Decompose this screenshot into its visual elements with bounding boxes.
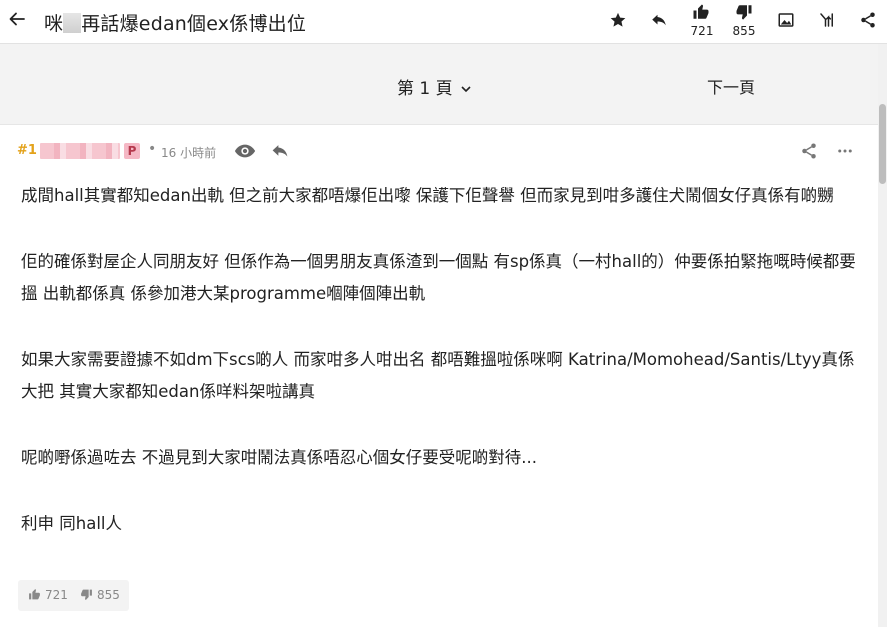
thread-title-suffix: 再話爆edan個ex係博出位 xyxy=(81,13,307,35)
chevron-down-icon xyxy=(461,78,471,98)
post-body: 成間hall其實都知edan出軌 但之前大家都唔爆佢出嚟 保護下佢聲譽 但而家見… xyxy=(21,180,866,574)
post-like-count: 721 xyxy=(45,588,68,602)
scrollbar[interactable] xyxy=(878,44,887,627)
more-options-icon[interactable] xyxy=(836,142,854,164)
user-badge: P xyxy=(124,143,140,159)
post-dislike-button[interactable]: 855 xyxy=(80,588,120,602)
reply-icon[interactable] xyxy=(650,11,668,29)
post-dislike-count: 855 xyxy=(97,588,120,602)
post-paragraph: 成間hall其實都知edan出軌 但之前大家都唔爆佢出嚟 保護下佢聲譽 但而家見… xyxy=(21,186,834,205)
thumb-down-icon[interactable] xyxy=(735,3,753,21)
censored-block xyxy=(63,13,82,33)
image-icon[interactable] xyxy=(777,11,795,29)
eye-icon[interactable] xyxy=(234,142,256,164)
post-paragraph: 利申 同hall人 xyxy=(21,514,122,533)
post-vote-box: 721 855 xyxy=(18,580,129,611)
filter-icon[interactable] xyxy=(818,11,836,29)
thread-like-count: 721 xyxy=(690,24,714,38)
page-label: 第 1 頁 xyxy=(397,79,453,99)
post-time: 16 小時前 xyxy=(161,146,217,160)
post-share-icon[interactable] xyxy=(800,142,818,164)
post-paragraph: 佢的確係對屋企人同朋友好 但係作為一個男朋友真係渣到一個點 有sp係真（一村ha… xyxy=(21,252,856,303)
page-selector[interactable]: 第 1 頁 xyxy=(397,74,471,99)
post-header: #1 P • 16 小時前 xyxy=(0,140,870,164)
floor-number: #1 xyxy=(17,143,37,158)
thread-title: 咪再話爆edan個ex係博出位 xyxy=(44,9,306,36)
post-paragraph: 如果大家需要證據不如dm下scs啲人 而家咁多人咁出名 都唔難搵啦係咪啊 Kat… xyxy=(21,350,855,401)
back-arrow-icon[interactable] xyxy=(7,9,27,29)
post-like-button[interactable]: 721 xyxy=(28,588,68,602)
next-page-button[interactable]: 下一頁 xyxy=(707,74,755,98)
star-icon[interactable] xyxy=(609,11,627,29)
username-censored[interactable] xyxy=(40,143,120,159)
thread-dislike-count: 855 xyxy=(732,24,756,38)
post-paragraph: 呢啲嘢係過咗去 不過見到大家咁鬧法真係唔忍心個女仔要受呢啲對待... xyxy=(21,448,537,467)
scrollbar-thumb[interactable] xyxy=(879,104,886,184)
thread-title-prefix: 咪 xyxy=(44,13,64,35)
quote-reply-icon[interactable] xyxy=(270,141,290,163)
pagination-bar: 第 1 頁 下一頁 xyxy=(0,44,887,125)
top-bar: 咪再話爆edan個ex係博出位 721 855 xyxy=(0,0,887,44)
thumb-up-icon[interactable] xyxy=(692,3,710,21)
share-icon[interactable] xyxy=(859,11,877,29)
separator-dot: • xyxy=(148,141,157,157)
